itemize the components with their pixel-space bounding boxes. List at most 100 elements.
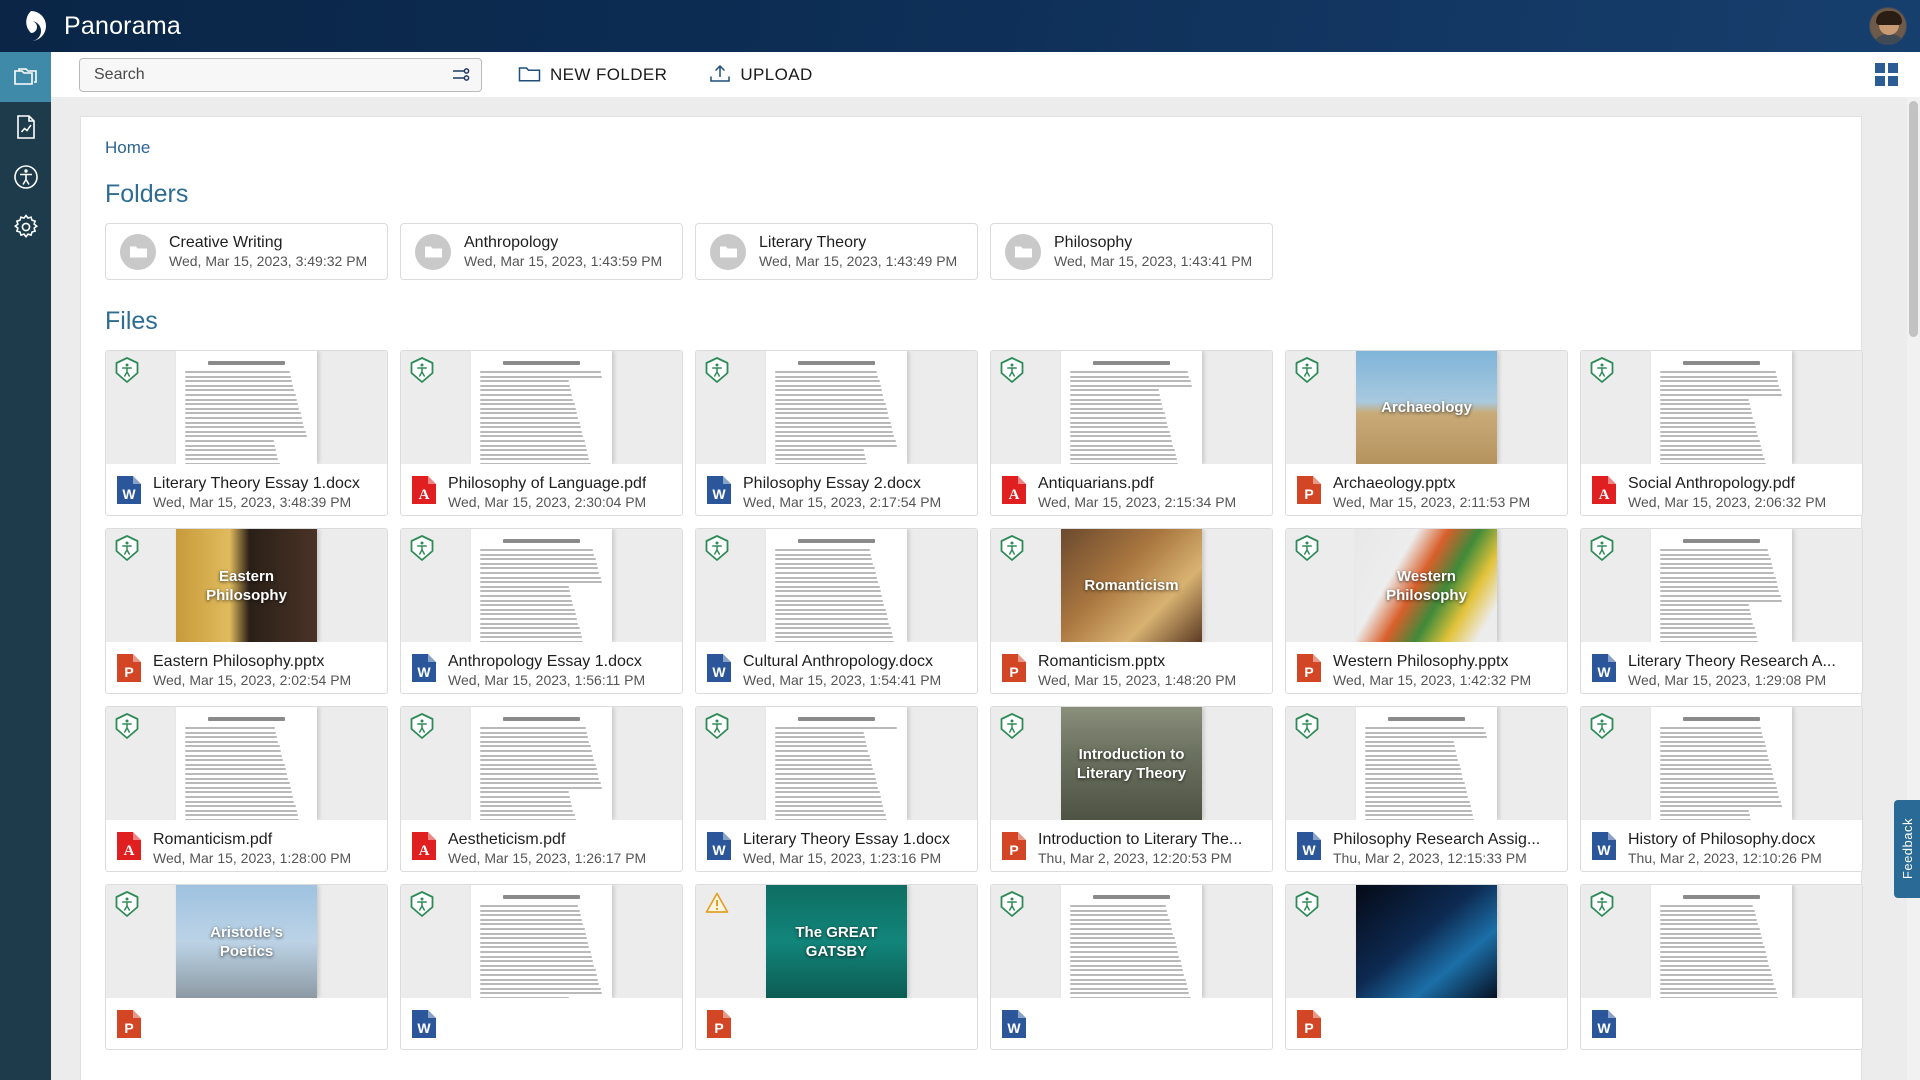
warning-icon — [705, 891, 729, 917]
file-name: History of Philosophy.docx — [1628, 831, 1816, 848]
sidebar-item-settings[interactable] — [0, 202, 51, 252]
pptx-file-icon: P — [116, 1009, 142, 1039]
upload-button[interactable]: UPLOAD — [703, 59, 818, 91]
file-thumbnail — [1286, 707, 1567, 820]
file-date: Wed, Mar 15, 2023, 2:11:53 PM — [1333, 494, 1531, 510]
file-meta: P — [696, 998, 977, 1049]
svg-text:P: P — [1009, 842, 1018, 858]
app-header: Panorama — [0, 0, 1920, 52]
file-meta: W — [991, 998, 1272, 1049]
new-folder-button[interactable]: NEW FOLDER — [512, 60, 673, 90]
file-card[interactable]: W — [990, 884, 1273, 1050]
sidebar-item-accessibility[interactable] — [0, 152, 51, 202]
accessibility-badge-icon — [1295, 357, 1319, 383]
file-card[interactable]: The GREAT GATSBY P — [695, 884, 978, 1050]
vertical-scrollbar[interactable] — [1907, 97, 1920, 1080]
accessibility-badge-icon — [410, 535, 434, 561]
file-card[interactable]: Introduction to Literary Theory P Introd… — [990, 706, 1273, 872]
svg-text:P: P — [1304, 1020, 1313, 1036]
file-card[interactable]: A Romanticism.pdf Wed, Mar 15, 2023, 1:2… — [105, 706, 388, 872]
content-area: Home Folders Creative Writing Wed, Mar 1… — [51, 97, 1920, 1080]
document-preview — [176, 351, 317, 464]
folder-avatar-icon — [120, 233, 156, 270]
file-meta: P Eastern Philosophy.pptx Wed, Mar 15, 2… — [106, 642, 387, 693]
file-card[interactable]: W — [1580, 884, 1863, 1050]
view-toggle-button[interactable] — [1875, 63, 1898, 86]
file-meta: A Social Anthropology.pdf Wed, Mar 15, 2… — [1581, 464, 1862, 515]
scrollbar-thumb[interactable] — [1909, 101, 1918, 337]
file-cover-image: The GREAT GATSBY — [766, 885, 907, 998]
svg-text:W: W — [712, 664, 726, 680]
sidebar-item-files[interactable] — [0, 52, 51, 102]
svg-text:A: A — [419, 487, 430, 503]
file-card[interactable]: W History of Philosophy.docx Thu, Mar 2,… — [1580, 706, 1863, 872]
folder-card[interactable]: Philosophy Wed, Mar 15, 2023, 1:43:41 PM — [990, 223, 1273, 280]
svg-text:W: W — [712, 486, 726, 502]
pptx-file-icon: P — [706, 1009, 732, 1039]
file-card[interactable]: Eastern Philosophy P Eastern Philosophy.… — [105, 528, 388, 694]
file-meta: W Literary Theory Essay 1.docx Wed, Mar … — [696, 820, 977, 871]
folder-date: Wed, Mar 15, 2023, 3:49:32 PM — [169, 253, 368, 269]
svg-text:P: P — [1009, 664, 1018, 680]
pptx-file-icon: P — [116, 653, 142, 683]
file-thumbnail — [1581, 885, 1862, 998]
feedback-tab[interactable]: Feedback — [1894, 800, 1920, 898]
sliders-icon[interactable] — [452, 66, 470, 84]
file-date: Wed, Mar 15, 2023, 1:54:41 PM — [743, 672, 942, 688]
file-card[interactable]: W Literary Theory Essay 1.docx Wed, Mar … — [105, 350, 388, 516]
file-thumbnail — [401, 351, 682, 464]
file-card[interactable]: A Philosophy of Language.pdf Wed, Mar 15… — [400, 350, 683, 516]
file-date: Wed, Mar 15, 2023, 1:42:32 PM — [1333, 672, 1532, 688]
file-date: Thu, Mar 2, 2023, 12:20:53 PM — [1038, 850, 1232, 866]
file-date: Wed, Mar 15, 2023, 1:29:08 PM — [1628, 672, 1827, 688]
folder-card[interactable]: Anthropology Wed, Mar 15, 2023, 1:43:59 … — [400, 223, 683, 280]
accessibility-badge-icon — [1295, 535, 1319, 561]
file-meta: A Romanticism.pdf Wed, Mar 15, 2023, 1:2… — [106, 820, 387, 871]
file-thumbnail: Archaeology — [1286, 351, 1567, 464]
file-card[interactable]: Western Philosophy P Western Philosophy.… — [1285, 528, 1568, 694]
file-card[interactable]: Aristotle's Poetics P — [105, 884, 388, 1050]
cover-title: The GREAT GATSBY — [795, 923, 878, 960]
file-cover-image: Western Philosophy — [1356, 529, 1497, 642]
file-card[interactable]: W Anthropology Essay 1.docx Wed, Mar 15,… — [400, 528, 683, 694]
file-card[interactable]: W — [400, 884, 683, 1050]
breadcrumb[interactable]: Home — [105, 138, 150, 158]
docx-file-icon: W — [1296, 831, 1322, 861]
sidebar-item-reports[interactable] — [0, 102, 51, 152]
file-meta: P Introduction to Literary The... Thu, M… — [991, 820, 1272, 871]
folder-card[interactable]: Literary Theory Wed, Mar 15, 2023, 1:43:… — [695, 223, 978, 280]
upload-icon — [709, 63, 731, 87]
file-card[interactable]: W Cultural Anthropology.docx Wed, Mar 15… — [695, 528, 978, 694]
file-card[interactable]: Archaeology P Archaeology.pptx Wed, Mar … — [1285, 350, 1568, 516]
file-meta: W Literary Theory Research A... Wed, Mar… — [1581, 642, 1862, 693]
file-card[interactable]: W Philosophy Essay 2.docx Wed, Mar 15, 2… — [695, 350, 978, 516]
file-cover-image — [1356, 885, 1497, 998]
sidebar-rail — [0, 52, 51, 1080]
document-preview — [766, 351, 907, 464]
folder-icon — [518, 64, 541, 86]
document-preview — [471, 351, 612, 464]
file-name: Archaeology.pptx — [1333, 475, 1456, 492]
docx-file-icon: W — [1591, 831, 1617, 861]
file-card[interactable]: Romanticism P Romanticism.pptx Wed, Mar … — [990, 528, 1273, 694]
file-meta: A Aestheticism.pdf Wed, Mar 15, 2023, 1:… — [401, 820, 682, 871]
file-card[interactable]: W Literary Theory Essay 1.docx Wed, Mar … — [695, 706, 978, 872]
search-input[interactable] — [79, 57, 482, 92]
file-card[interactable]: A Antiquarians.pdf Wed, Mar 15, 2023, 2:… — [990, 350, 1273, 516]
file-card[interactable]: A Social Anthropology.pdf Wed, Mar 15, 2… — [1580, 350, 1863, 516]
avatar[interactable] — [1869, 7, 1907, 45]
document-chart-icon — [15, 114, 37, 140]
document-preview — [766, 707, 907, 820]
file-text: Archaeology.pptx Wed, Mar 15, 2023, 2:11… — [1333, 474, 1530, 512]
svg-text:A: A — [1009, 487, 1020, 503]
folder-card[interactable]: Creative Writing Wed, Mar 15, 2023, 3:49… — [105, 223, 388, 280]
file-name: Antiquarians.pdf — [1038, 475, 1154, 492]
file-card[interactable]: A Aestheticism.pdf Wed, Mar 15, 2023, 1:… — [400, 706, 683, 872]
svg-text:W: W — [1597, 842, 1611, 858]
file-meta: P Romanticism.pptx Wed, Mar 15, 2023, 1:… — [991, 642, 1272, 693]
file-card[interactable]: W Literary Theory Research A... Wed, Mar… — [1580, 528, 1863, 694]
file-card[interactable]: P — [1285, 884, 1568, 1050]
file-meta: W Anthropology Essay 1.docx Wed, Mar 15,… — [401, 642, 682, 693]
file-card[interactable]: W Philosophy Research Assig... Thu, Mar … — [1285, 706, 1568, 872]
file-meta: A Antiquarians.pdf Wed, Mar 15, 2023, 2:… — [991, 464, 1272, 515]
